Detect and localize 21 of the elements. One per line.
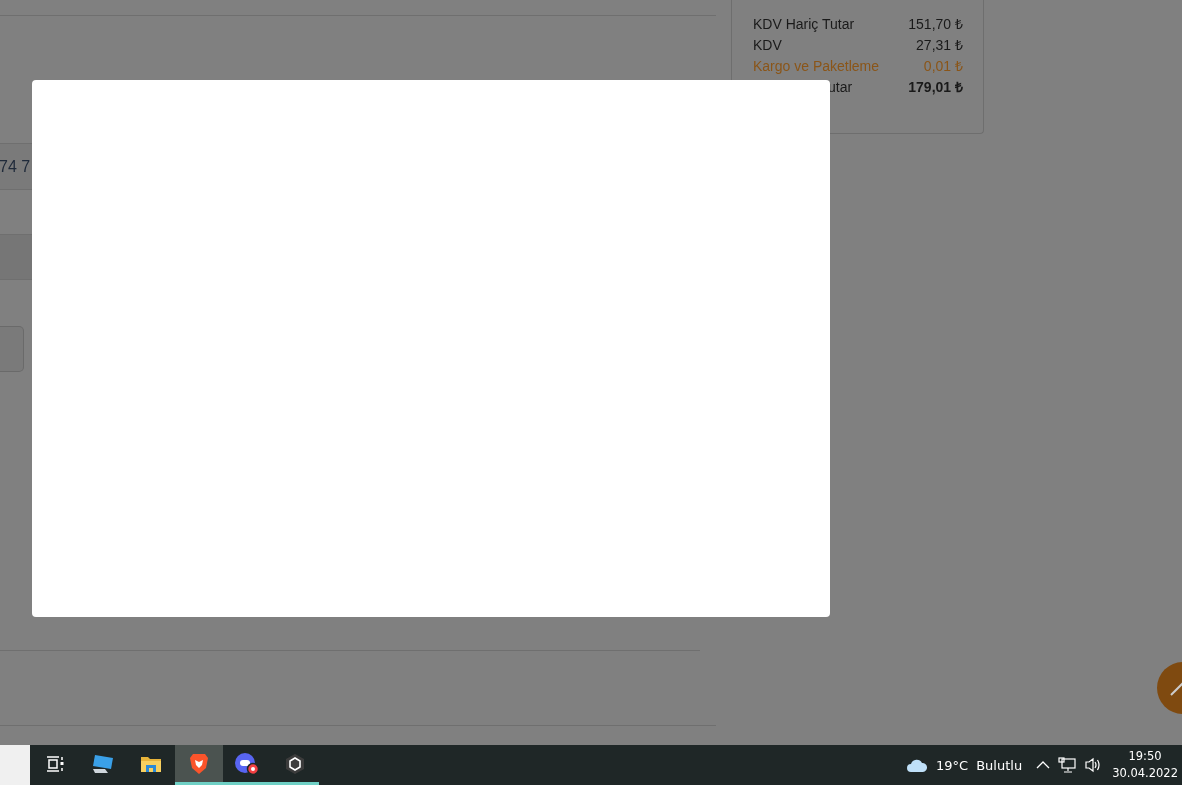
speaker-icon[interactable]: [1084, 757, 1103, 773]
summary-label: Kargo ve Paketleme: [753, 58, 880, 75]
clock[interactable]: 19:50 30.04.2022: [1110, 748, 1180, 782]
task-view-icon: [46, 755, 64, 772]
weather-widget[interactable]: 19°C Bulutlu: [900, 757, 1029, 773]
summary-label: KDV Hariç Tutar: [753, 16, 855, 33]
temperature-text: 19°C: [936, 757, 969, 773]
summary-value: 27,31 ₺: [916, 37, 963, 54]
computer-icon: [91, 753, 115, 774]
cloud-icon: [906, 757, 929, 773]
weather-condition-text: Bulutlu: [976, 757, 1023, 773]
lion-shield-icon: [189, 752, 209, 775]
summary-value: 151,70 ₺: [908, 16, 963, 33]
phone-number-text: 74 7: [0, 157, 31, 176]
folder-icon: [140, 754, 162, 773]
chevron-up-icon[interactable]: [1036, 760, 1051, 770]
summary-value: 0,01 ₺: [923, 58, 963, 75]
chat-app-icon: [234, 751, 260, 776]
network-icon[interactable]: [1058, 757, 1077, 773]
summary-label: KDV: [753, 37, 782, 54]
summary-value: 179,01 ₺: [908, 79, 963, 96]
